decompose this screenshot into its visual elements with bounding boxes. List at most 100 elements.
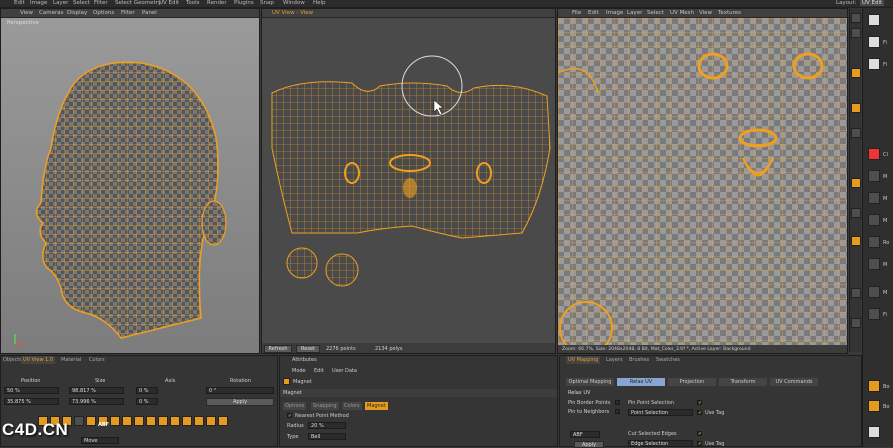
checker-material-icon[interactable] bbox=[868, 426, 880, 438]
menu-layer[interactable]: Layer bbox=[53, 0, 68, 6]
viewport-menu-cameras[interactable]: Cameras bbox=[39, 10, 63, 16]
viewport-canvas[interactable] bbox=[1, 18, 259, 353]
object-icon[interactable] bbox=[868, 214, 880, 226]
select-tool-icon[interactable] bbox=[851, 178, 861, 188]
menu-help[interactable]: Help bbox=[313, 0, 326, 6]
fit-icon[interactable] bbox=[206, 416, 216, 426]
texture-canvas[interactable] bbox=[558, 18, 847, 345]
uv-edges-icon[interactable] bbox=[110, 416, 120, 426]
object-icon[interactable] bbox=[868, 380, 880, 392]
tab-colors[interactable]: Colors bbox=[87, 356, 107, 364]
menu-render[interactable]: Render bbox=[207, 0, 227, 6]
tab-optimal-mapping[interactable]: Optimal Mapping bbox=[566, 378, 614, 386]
pin-point-selection-checkbox[interactable]: ✓ bbox=[697, 400, 702, 406]
use-tag-checkbox[interactable]: ✓ bbox=[697, 410, 702, 416]
menu-image[interactable]: Image bbox=[30, 0, 47, 6]
object-icon[interactable] bbox=[868, 236, 880, 248]
tab-layers[interactable]: Layers bbox=[604, 356, 625, 364]
point-selection-field[interactable]: Point Selection bbox=[628, 409, 693, 416]
tab-uv-commands[interactable]: UV Commands bbox=[770, 378, 818, 386]
size-v-field[interactable]: 73.996 % bbox=[69, 398, 124, 405]
size-u-field[interactable]: 98.817 % bbox=[69, 387, 124, 394]
object-icon[interactable] bbox=[868, 286, 880, 298]
refresh-button[interactable]: Refresh bbox=[264, 345, 292, 353]
tab-uv-mapping[interactable]: UV Mapping bbox=[566, 356, 601, 364]
menu-uv-edit[interactable]: UV Edit bbox=[159, 0, 179, 6]
tab-colors[interactable]: Colors bbox=[342, 402, 362, 410]
cut-edges-checkbox[interactable]: ✓ bbox=[697, 431, 702, 437]
axis-v-field[interactable]: 0 % bbox=[136, 398, 158, 405]
radius-field[interactable]: 20 % bbox=[308, 422, 346, 429]
texture-menu-uv-mesh[interactable]: UV Mesh bbox=[670, 10, 694, 16]
magnet-icon[interactable] bbox=[122, 416, 132, 426]
mirror-u-icon[interactable] bbox=[134, 416, 144, 426]
texture-menu-select[interactable]: Select bbox=[647, 10, 664, 16]
rotate-cw-icon[interactable] bbox=[158, 416, 168, 426]
pin-neighbors-checkbox[interactable] bbox=[615, 409, 620, 414]
tab-brushes[interactable]: Brushes bbox=[627, 356, 651, 364]
uv-polygons-icon[interactable] bbox=[851, 236, 861, 246]
redo-icon[interactable] bbox=[851, 28, 861, 38]
undo-icon[interactable] bbox=[851, 13, 861, 23]
scale-tool-icon[interactable] bbox=[851, 128, 861, 138]
rotation-field[interactable]: 0 ° bbox=[206, 387, 274, 394]
texture-menu-textures[interactable]: Textures bbox=[718, 10, 741, 16]
object-icon[interactable] bbox=[868, 192, 880, 204]
apply-transform-button[interactable]: Apply bbox=[206, 398, 274, 406]
tab-projection[interactable]: Projection bbox=[668, 378, 716, 386]
brush-tool-icon[interactable] bbox=[851, 68, 861, 78]
type-select[interactable]: Bell bbox=[308, 433, 346, 440]
viewport-menu-display[interactable]: Display bbox=[67, 10, 87, 16]
checker-material-icon[interactable] bbox=[868, 14, 880, 26]
menu-edit[interactable]: Edit bbox=[14, 0, 25, 6]
tab-uv-view[interactable]: UV View 1.0 bbox=[21, 356, 56, 364]
grid-snap-icon[interactable] bbox=[851, 318, 861, 328]
texture-menu-image[interactable]: Image bbox=[606, 10, 623, 16]
object-icon[interactable] bbox=[868, 308, 880, 320]
viewport-menu-panel[interactable]: Panel bbox=[142, 10, 157, 16]
rotate-icon[interactable] bbox=[74, 416, 84, 426]
object-icon[interactable] bbox=[868, 170, 880, 182]
tab-material[interactable]: Material bbox=[59, 356, 83, 364]
pin-border-checkbox[interactable] bbox=[615, 400, 620, 405]
object-icon[interactable] bbox=[868, 258, 880, 270]
rotate-ccw-icon[interactable] bbox=[170, 416, 180, 426]
position-u-field[interactable]: 50 % bbox=[4, 387, 59, 394]
object-icon[interactable] bbox=[868, 148, 880, 160]
texture-menu-edit[interactable]: Edit bbox=[588, 10, 599, 16]
attr-menu-mode[interactable]: Mode bbox=[292, 368, 306, 374]
viewport-menu-view[interactable]: View bbox=[20, 10, 33, 16]
texture-menu-file[interactable]: File bbox=[572, 10, 581, 16]
edge-selection-field[interactable]: Edge Selection bbox=[628, 440, 693, 447]
nearest-point-checkbox[interactable]: ✓ bbox=[287, 413, 292, 419]
menu-snap[interactable]: Snap bbox=[260, 0, 274, 6]
tab-transform[interactable]: Transform bbox=[719, 378, 767, 386]
checker-material-icon[interactable] bbox=[868, 36, 880, 48]
menu-select[interactable]: Select bbox=[73, 0, 90, 6]
magnet-icon[interactable] bbox=[851, 288, 861, 298]
uv-polygon-icon[interactable] bbox=[86, 416, 96, 426]
position-v-field[interactable]: 35.875 % bbox=[4, 398, 59, 405]
relax-icon[interactable] bbox=[182, 416, 192, 426]
tab-relax-uv[interactable]: Relax UV bbox=[617, 378, 665, 386]
attr-menu-user-data[interactable]: User Data bbox=[332, 368, 357, 374]
layout-select[interactable]: UV Edit bbox=[860, 0, 885, 6]
head-model[interactable] bbox=[35, 61, 227, 339]
use-tag-2-checkbox[interactable]: ✓ bbox=[697, 441, 702, 447]
viewport-menu-options[interactable]: Options bbox=[93, 10, 114, 16]
object-icon[interactable] bbox=[868, 400, 880, 412]
mirror-v-icon[interactable] bbox=[146, 416, 156, 426]
reset-button[interactable]: Reset bbox=[296, 345, 320, 353]
menu-select-geometry[interactable]: Select Geometry bbox=[115, 0, 161, 6]
axis-u-field[interactable]: 0 % bbox=[136, 387, 158, 394]
tab-options[interactable]: Options bbox=[283, 402, 307, 410]
menu-plugins[interactable]: Plugins bbox=[234, 0, 254, 6]
uv-points-icon[interactable] bbox=[851, 208, 861, 218]
weld-icon[interactable] bbox=[194, 416, 204, 426]
move-mode-select[interactable]: Move bbox=[81, 437, 119, 444]
tab-magnet[interactable]: Magnet bbox=[365, 402, 388, 410]
attr-menu-edit[interactable]: Edit bbox=[314, 368, 324, 374]
uv-view-menu-label[interactable]: UV View - View bbox=[272, 10, 313, 16]
tab-snapping[interactable]: Snapping bbox=[311, 402, 339, 410]
menu-filter[interactable]: Filter bbox=[94, 0, 108, 6]
